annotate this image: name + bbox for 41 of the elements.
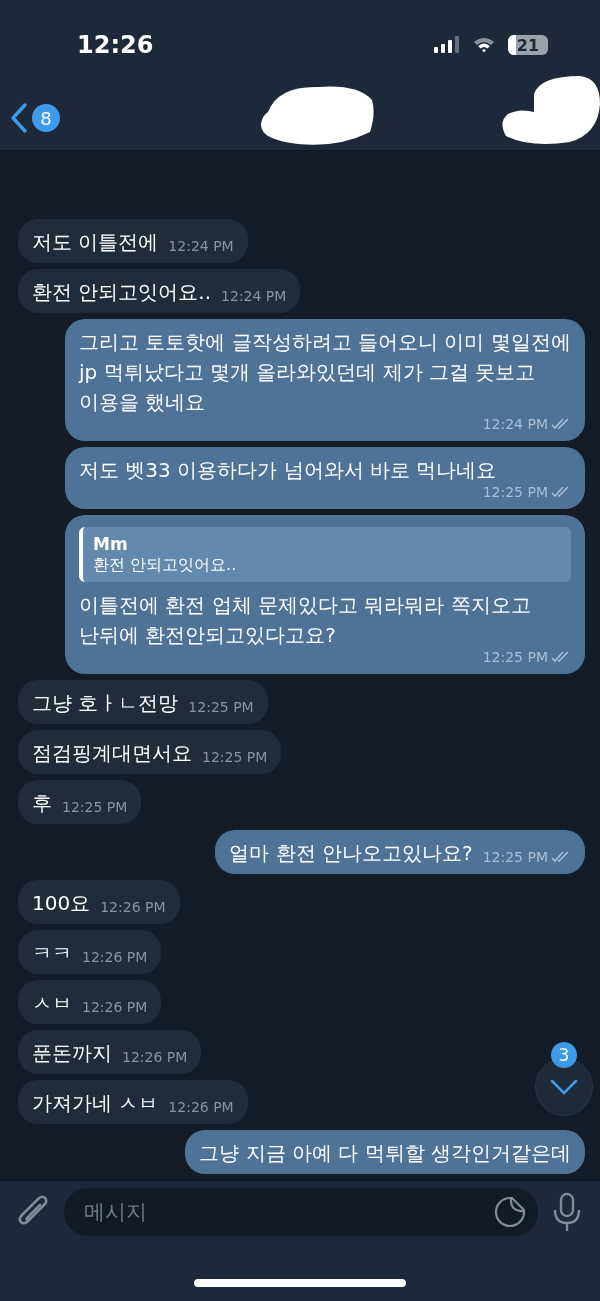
message-text: 환전 안되고잇어요.. (32, 279, 212, 307)
message-text: ㅋㅋ (32, 940, 72, 967)
message-text: 가져가네 ㅅㅂ (32, 1090, 159, 1117)
message-text: 이틀전에 환전 업체 문제있다고 뭐라뭐라 쪽지오고 난뒤에 환전안되고있다고요? (79, 592, 532, 649)
message-text: 후 (32, 790, 52, 817)
wifi-icon (472, 36, 496, 54)
message-time: 12:25 PM (62, 800, 128, 814)
message-text: 저도 벳33 이용하다가 넘어와서 바로 먹나네요 (79, 457, 497, 485)
message-time: 12:25 PM (188, 700, 254, 714)
message-time: 12:24 PM (168, 239, 234, 254)
message-text: 점검핑계대면서요 (32, 740, 192, 767)
status-time: 12:26 (77, 31, 154, 59)
message-time: 12:25 PM (482, 485, 548, 500)
message-text: 저도 이틀전에 (32, 229, 159, 257)
message-text: 그리고 토토핫에 글작성하려고 들어오니 이미 몇일전에 jp 먹튀났다고 몇개 올라와있던데 제가 그걸 못보고 이용을 했네요 (79, 329, 571, 417)
message-time: 12:25 PM (482, 850, 548, 864)
message-text: 얼마 환전 안나오고있나요? (229, 840, 473, 867)
reply-author: Mm (93, 533, 129, 556)
message-text: 그냥 호ㅏㄴ전망 (32, 690, 179, 717)
message-time: 12:24 PM (221, 289, 287, 304)
message-time: 12:25 PM (202, 750, 268, 764)
chevron-down-icon[interactable] (549, 1078, 579, 1096)
message-text: ㅅㅂ (32, 990, 72, 1017)
battery-icon: 21 (508, 35, 548, 55)
message-time: 12:25 PM (482, 650, 548, 664)
back-chevron-icon[interactable] (10, 102, 28, 134)
microphone-icon[interactable] (552, 1192, 582, 1232)
message-time: 12:24 PM (482, 417, 548, 432)
message-text: 그냥 지금 아예 다 먹튀할 생각인거같은데 (199, 1140, 571, 1167)
sticker-icon[interactable] (494, 1196, 526, 1228)
back-button[interactable]: 8 (10, 102, 60, 134)
message-text: 푼돈까지 (32, 1040, 112, 1067)
message-input[interactable]: 메시지 (64, 1188, 538, 1236)
message-time: 12:26 PM (122, 1050, 188, 1064)
message-time: 12:26 PM (100, 900, 166, 914)
message-time: 12:26 PM (168, 1100, 234, 1114)
message-time: 12:26 PM (82, 1000, 148, 1014)
reply-text: 환전 안되고잇어요.. (93, 555, 238, 576)
message-time: 12:26 PM (82, 950, 148, 964)
signal-icon (434, 36, 460, 54)
message-text: 100요 (32, 890, 91, 917)
